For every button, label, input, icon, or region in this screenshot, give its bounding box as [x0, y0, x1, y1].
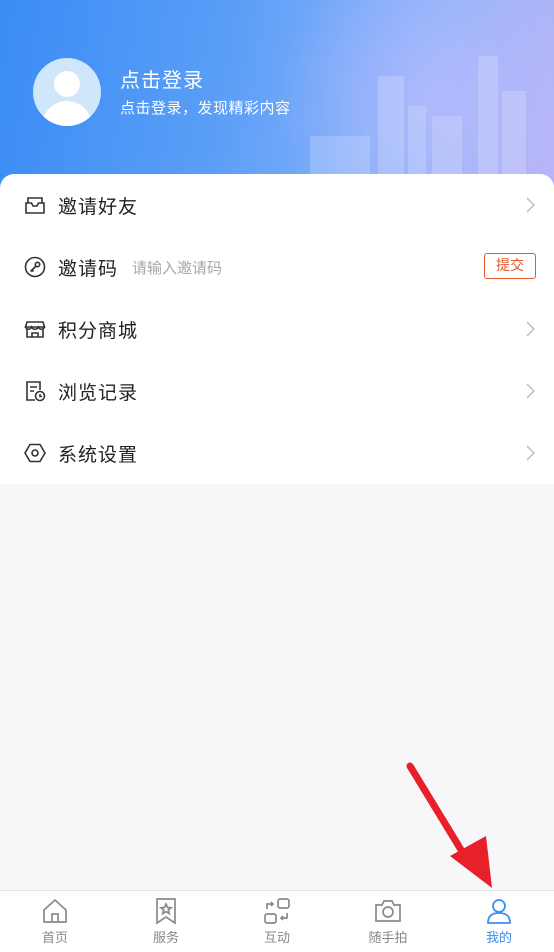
chevron-right-icon — [526, 383, 536, 399]
tab-mine[interactable]: 我的 — [444, 891, 554, 952]
tab-label: 我的 — [485, 931, 512, 946]
decor-building — [408, 106, 426, 176]
tab-interact[interactable]: 互动 — [222, 891, 332, 952]
history-icon — [26, 381, 46, 402]
menu-card: 邀请好友 邀请码 请输入邀请码 提交 积分商城 浏览记录 系统设置 — [0, 174, 554, 484]
menu-label: 邀请好友 — [58, 196, 139, 218]
menu-item-system-settings[interactable]: 系统设置 — [0, 422, 554, 484]
settings-hexagon-icon — [24, 443, 46, 463]
tab-label: 互动 — [263, 931, 290, 946]
home-icon — [43, 898, 67, 923]
chevron-right-icon — [526, 321, 536, 337]
profile-header: 点击登录 点击登录，发现精彩内容 — [0, 0, 554, 200]
bookmark-star-icon — [156, 898, 176, 925]
invite-code-input[interactable]: 请输入邀请码 — [132, 257, 222, 278]
inbox-icon — [25, 197, 45, 214]
camera-icon — [375, 900, 401, 922]
tab-snapshot[interactable]: 随手拍 — [333, 891, 443, 952]
tab-home[interactable]: 首页 — [0, 891, 110, 952]
login-subtitle: 点击登录，发现精彩内容 — [120, 99, 291, 117]
menu-item-invite-code: 邀请码 请输入邀请码 提交 — [0, 236, 554, 298]
store-icon — [24, 321, 46, 338]
menu-label: 浏览记录 — [58, 382, 139, 404]
login-title[interactable]: 点击登录 — [120, 64, 204, 93]
avatar[interactable] — [33, 58, 101, 126]
interact-icon — [264, 898, 290, 924]
tab-label: 服务 — [152, 931, 179, 946]
bottom-tab-bar: 首页 服务 互动 随手拍 我的 — [0, 890, 554, 952]
decor-building — [378, 76, 404, 176]
chevron-right-icon — [526, 197, 536, 213]
submit-button[interactable]: 提交 — [484, 253, 536, 279]
decor-building — [502, 91, 526, 176]
decor-building — [310, 136, 370, 176]
menu-label: 积分商城 — [58, 320, 139, 342]
red-pointer-arrow-icon — [406, 762, 492, 888]
tab-label: 首页 — [41, 931, 68, 946]
avatar-body — [42, 101, 92, 126]
menu-item-points-mall[interactable]: 积分商城 — [0, 298, 554, 360]
tab-service[interactable]: 服务 — [111, 891, 221, 952]
menu-label: 系统设置 — [58, 444, 139, 466]
avatar-head — [54, 71, 80, 97]
menu-item-invite-friends[interactable]: 邀请好友 — [0, 174, 554, 236]
tab-label: 随手拍 — [368, 931, 408, 946]
decor-building — [478, 56, 498, 176]
chevron-right-icon — [526, 445, 536, 461]
decor-building — [432, 116, 462, 176]
key-icon — [24, 256, 46, 278]
menu-label: 邀请码 — [58, 258, 119, 280]
user-icon — [487, 899, 511, 924]
menu-item-browse-history[interactable]: 浏览记录 — [0, 360, 554, 422]
